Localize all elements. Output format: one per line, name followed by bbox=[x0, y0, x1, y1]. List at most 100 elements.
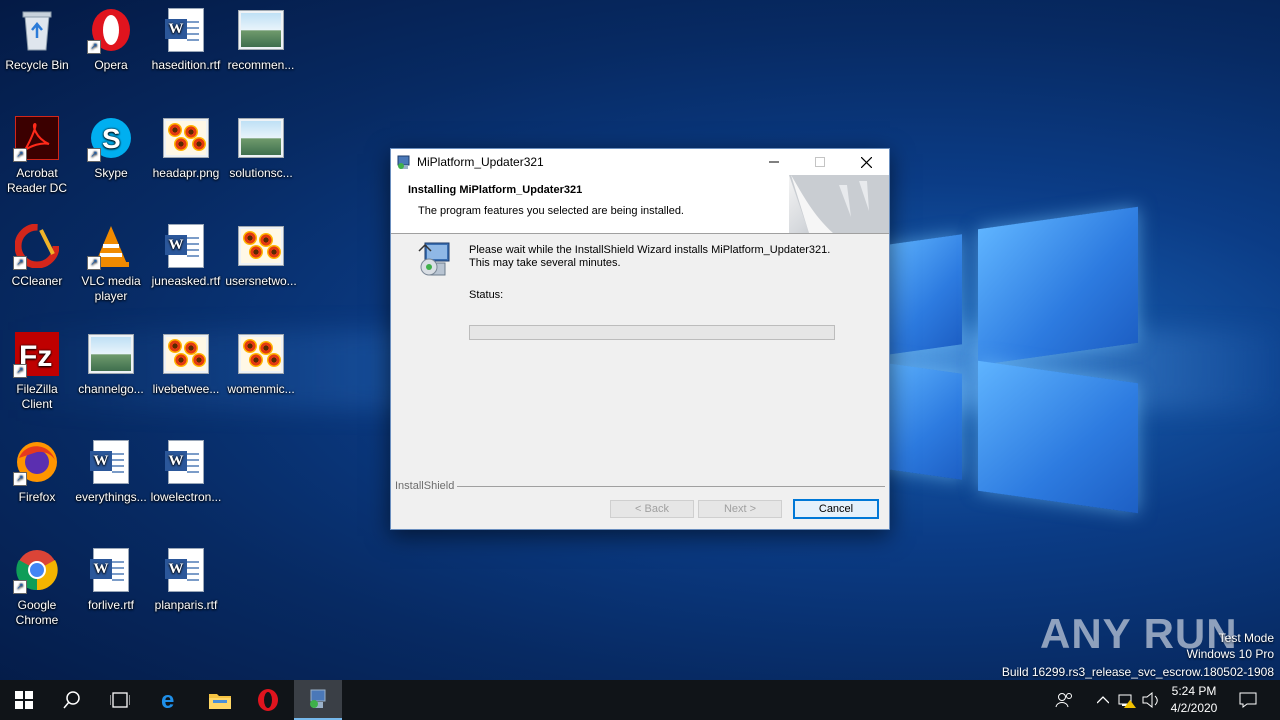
build-text: Build 16299.rs3_release_svc_escrow.18050… bbox=[1001, 665, 1274, 679]
acrobat-icon: ↗ bbox=[13, 116, 59, 162]
next-button[interactable]: Next > bbox=[698, 500, 782, 518]
taskbar-installer[interactable] bbox=[294, 680, 342, 720]
os-edition-text: Windows 10 Pro bbox=[1186, 647, 1274, 661]
desktop-icon-headapr[interactable]: headapr.png bbox=[149, 116, 223, 181]
word-doc-icon: W bbox=[164, 548, 208, 592]
image-file-icon bbox=[88, 332, 134, 376]
firefox-icon: ↗ bbox=[13, 440, 59, 486]
desktop-icon-chrome[interactable]: ↗ Google Chrome bbox=[0, 548, 74, 628]
desktop-icon-vlc[interactable]: ↗ VLC media player bbox=[74, 224, 148, 304]
clock-time[interactable]: 5:24 PM bbox=[1166, 684, 1222, 698]
filezilla-icon: Fz ↗ bbox=[13, 332, 59, 378]
desktop-icon-livebetwee[interactable]: livebetwee... bbox=[149, 332, 223, 397]
maximize-icon bbox=[815, 157, 825, 167]
maximize-button bbox=[797, 149, 843, 175]
installer-app-icon bbox=[397, 155, 410, 169]
desktop-icon-planparis[interactable]: W planparis.rtf bbox=[149, 548, 223, 613]
network-tray-button[interactable] bbox=[1114, 680, 1140, 720]
image-file-icon bbox=[238, 8, 284, 52]
close-button[interactable] bbox=[843, 149, 889, 175]
windows-wallpaper-logo bbox=[880, 206, 1140, 514]
install-message-line1: Please wait while the InstallShield Wiza… bbox=[469, 244, 831, 256]
notification-icon bbox=[1239, 692, 1257, 708]
show-hidden-icons-button[interactable] bbox=[1090, 680, 1116, 720]
header-subtitle: The program features you selected are be… bbox=[418, 205, 684, 217]
back-button[interactable]: < Back bbox=[610, 500, 694, 518]
recycle-bin-icon bbox=[15, 8, 59, 52]
desktop-icon-firefox[interactable]: ↗ Firefox bbox=[0, 440, 74, 505]
clock-date[interactable]: 4/2/2020 bbox=[1166, 701, 1222, 715]
header-banner-art bbox=[789, 175, 889, 233]
people-button[interactable] bbox=[1044, 680, 1084, 720]
opera-icon bbox=[258, 689, 278, 711]
task-view-icon bbox=[110, 692, 130, 708]
chevron-up-icon bbox=[1097, 696, 1109, 704]
skype-icon: S ↗ bbox=[87, 116, 133, 162]
taskbar: e 5:24 PM 4/2/2020 bbox=[0, 680, 1280, 720]
folder-icon bbox=[209, 694, 231, 709]
desktop-icon-lowelectron[interactable]: W lowelectron... bbox=[149, 440, 223, 505]
dialog-titlebar[interactable]: MiPlatform_Updater321 bbox=[391, 149, 889, 175]
search-button[interactable] bbox=[48, 680, 96, 720]
chrome-icon: ↗ bbox=[13, 548, 59, 594]
desktop-icon-everythings[interactable]: W everythings... bbox=[74, 440, 148, 505]
desktop-icon-filezilla[interactable]: Fz ↗ FileZilla Client bbox=[0, 332, 74, 412]
desktop-icon-opera[interactable]: ↗ Opera bbox=[74, 8, 148, 73]
page-curl-icon bbox=[789, 175, 889, 233]
svg-text:e: e bbox=[161, 689, 174, 711]
png-file-icon bbox=[238, 332, 284, 376]
minimize-icon bbox=[769, 161, 779, 163]
start-button[interactable] bbox=[0, 680, 48, 720]
desktop-icon-ccleaner[interactable]: ↗ CCleaner bbox=[0, 224, 74, 289]
desktop-icon-recommen[interactable]: recommen... bbox=[224, 8, 298, 73]
install-message-line2: This may take several minutes. bbox=[469, 257, 621, 269]
word-doc-icon: W bbox=[89, 548, 133, 592]
desktop-icon-solutionsc[interactable]: solutionsc... bbox=[224, 116, 298, 181]
png-file-icon bbox=[238, 224, 284, 268]
status-label: Status: bbox=[469, 289, 504, 301]
installer-computer-icon bbox=[418, 242, 450, 276]
installshield-brand: InstallShield bbox=[395, 480, 885, 492]
volume-tray-button[interactable] bbox=[1138, 680, 1164, 720]
install-progress-bar bbox=[469, 325, 835, 340]
desktop-icon-womenmic[interactable]: womenmic... bbox=[224, 332, 298, 397]
desktop-icon-channelgo[interactable]: channelgo... bbox=[74, 332, 148, 397]
taskbar-file-explorer[interactable] bbox=[196, 680, 244, 720]
svg-text:S: S bbox=[102, 123, 121, 154]
desktop-icon-forlive[interactable]: W forlive.rtf bbox=[74, 548, 148, 613]
word-doc-icon: W bbox=[89, 440, 133, 484]
vlc-icon: ↗ bbox=[87, 224, 133, 270]
header-title: Installing MiPlatform_Updater321 bbox=[408, 184, 583, 196]
word-doc-icon: W bbox=[164, 440, 208, 484]
taskbar-edge[interactable]: e bbox=[146, 680, 194, 720]
brand-label: InstallShield bbox=[395, 480, 458, 492]
test-mode-text: Test Mode bbox=[1218, 631, 1274, 645]
people-icon bbox=[1055, 693, 1072, 708]
desktop-icon-hasedition[interactable]: W hasedition.rtf bbox=[149, 8, 223, 73]
windows-start-icon bbox=[15, 691, 33, 709]
installer-app-icon bbox=[310, 689, 326, 708]
minimize-button[interactable] bbox=[751, 149, 797, 175]
search-icon bbox=[63, 691, 80, 709]
word-doc-icon: W bbox=[164, 8, 208, 52]
desktop-icon-juneasked[interactable]: W juneasked.rtf bbox=[149, 224, 223, 289]
desktop-icon-usersnetwo[interactable]: usersnetwo... bbox=[224, 224, 298, 289]
close-icon bbox=[860, 156, 872, 168]
edge-icon: e bbox=[161, 689, 174, 711]
taskbar-opera[interactable] bbox=[244, 680, 292, 720]
volume-icon bbox=[1142, 692, 1158, 708]
desktop-icon-skype[interactable]: S ↗ Skype bbox=[74, 116, 148, 181]
opera-icon: ↗ bbox=[87, 8, 133, 54]
image-file-icon bbox=[238, 116, 284, 160]
cancel-button[interactable]: Cancel bbox=[793, 499, 879, 519]
install-message: Please wait while the InstallShield Wiza… bbox=[469, 244, 830, 270]
desktop-icon-recycle-bin[interactable]: Recycle Bin bbox=[0, 8, 74, 73]
action-center-button[interactable] bbox=[1228, 680, 1268, 720]
dialog-header: Installing MiPlatform_Updater321 The pro… bbox=[391, 175, 889, 234]
dialog-title: MiPlatform_Updater321 bbox=[417, 155, 544, 169]
desktop-icon-acrobat[interactable]: ↗ Acrobat Reader DC bbox=[0, 116, 74, 196]
task-view-button[interactable] bbox=[96, 680, 144, 720]
installer-dialog: MiPlatform_Updater321 Installing MiPlatf… bbox=[390, 148, 890, 530]
brand-divider bbox=[395, 486, 885, 487]
network-warning-icon bbox=[1118, 694, 1136, 708]
